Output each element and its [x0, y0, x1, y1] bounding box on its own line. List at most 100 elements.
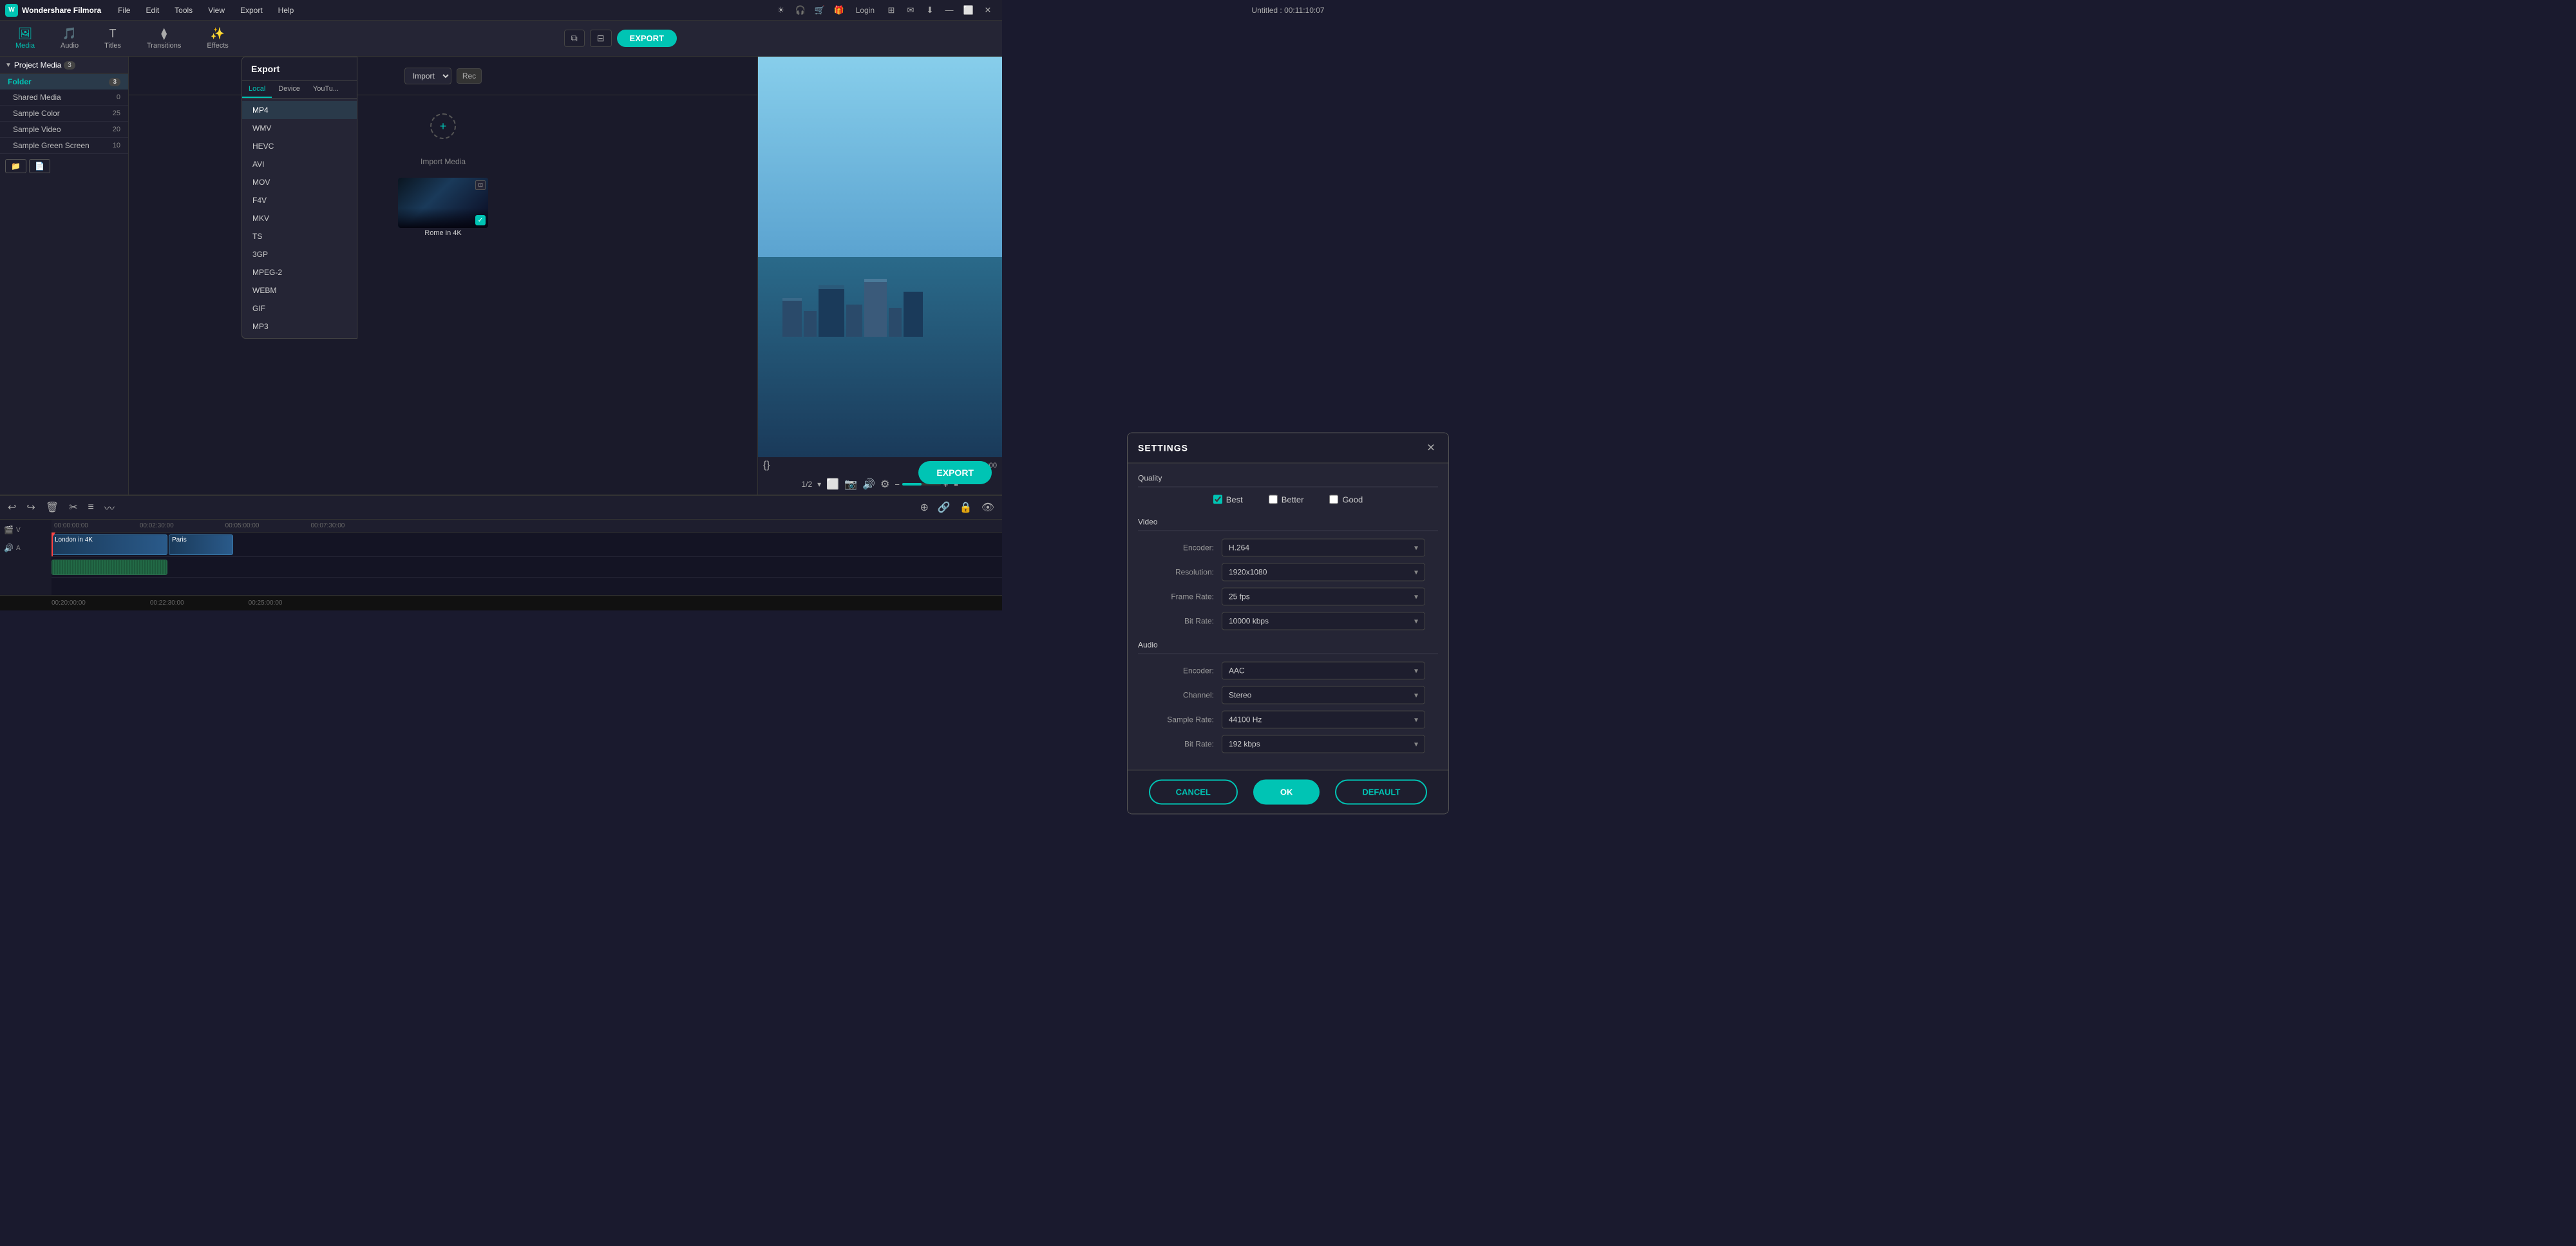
file-btn[interactable]: 📄	[29, 159, 50, 173]
encoder-select[interactable]: H.264	[1222, 538, 1425, 556]
record-button[interactable]: Rec	[457, 68, 482, 84]
video-clip-paris[interactable]: Paris	[169, 534, 233, 555]
project-media-row[interactable]: ▼ Project Media 3	[5, 61, 75, 70]
settings-close-button[interactable]: ✕	[1424, 440, 1438, 455]
toolbar-effects[interactable]: ✨ Effects	[202, 24, 233, 52]
resolution-select[interactable]: 1920x1080	[1222, 563, 1425, 581]
login-button[interactable]: Login	[849, 5, 881, 16]
chevron-down-preview[interactable]: ▾	[817, 480, 821, 489]
menu-view[interactable]: View	[202, 3, 231, 17]
quality-better-label: Better	[1282, 495, 1304, 504]
format-ts[interactable]: TS	[242, 227, 357, 245]
sidebar-item-sample-green-screen[interactable]: Sample Green Screen 10	[0, 138, 128, 154]
menu-tools[interactable]: Tools	[168, 3, 199, 17]
format-mp4[interactable]: MP4	[242, 101, 357, 119]
export-main-button[interactable]: EXPORT	[918, 461, 992, 484]
channel-select[interactable]: Stereo	[1222, 686, 1425, 704]
cut-btn[interactable]: ✂	[66, 500, 80, 515]
eye-btn[interactable]: 👁	[979, 500, 997, 515]
format-webm[interactable]: WEBM	[242, 281, 357, 299]
undo-btn[interactable]: ↩	[5, 500, 19, 515]
minimize-button[interactable]: —	[940, 3, 958, 18]
audio-bit-rate-select[interactable]: 192 kbps	[1222, 735, 1425, 753]
audio-clip[interactable]	[52, 560, 167, 575]
default-button[interactable]: DEFAULT	[1335, 779, 1427, 804]
add-track-btn[interactable]: ⊕	[917, 500, 931, 515]
redo-btn[interactable]: ↪	[24, 500, 37, 515]
format-wmv[interactable]: WMV	[242, 119, 357, 137]
audio-section-title: Audio	[1138, 640, 1438, 654]
quality-best-checkbox[interactable]	[1213, 495, 1222, 504]
toolbar-transitions[interactable]: ⧫ Transitions	[142, 24, 186, 52]
delete-btn[interactable]: 🗑	[43, 500, 61, 515]
toolbar-titles[interactable]: T Titles	[99, 24, 126, 52]
menu-file[interactable]: File	[111, 3, 137, 17]
format-mpeg2[interactable]: MPEG-2	[242, 263, 357, 281]
ok-button[interactable]: OK	[1253, 779, 1320, 804]
menu-help[interactable]: Help	[272, 3, 301, 17]
menu-edit[interactable]: Edit	[139, 3, 166, 17]
toolbar-media-label: Media	[15, 42, 35, 50]
sidebar-item-shared-media[interactable]: Shared Media 0	[0, 90, 128, 106]
format-mp3[interactable]: MP3	[242, 317, 357, 335]
quality-better-checkbox[interactable]	[1269, 495, 1278, 504]
format-avi[interactable]: AVI	[242, 155, 357, 173]
format-f4v[interactable]: F4V	[242, 191, 357, 209]
fullscreen-icon[interactable]: ⬜	[826, 478, 839, 491]
audio-bit-rate-label: Bit Rate:	[1151, 739, 1222, 748]
format-3gp[interactable]: 3GP	[242, 245, 357, 263]
export-tab-youtube[interactable]: YouTu...	[307, 81, 345, 98]
link-btn[interactable]: 🔗	[935, 500, 953, 515]
sun-icon[interactable]: ☀	[772, 3, 790, 18]
sidebar-item-sample-color[interactable]: Sample Color 25	[0, 106, 128, 122]
waveform-btn[interactable]: 〰	[102, 498, 117, 516]
export-tab-local[interactable]: Local	[242, 81, 272, 98]
folder-btn[interactable]: 📁	[5, 159, 26, 173]
download-icon[interactable]: ⬇	[921, 3, 939, 18]
volume-icon[interactable]: 🔊	[862, 478, 875, 491]
sample-rate-select[interactable]: 44100 Hz	[1222, 710, 1425, 728]
cancel-button[interactable]: CANCEL	[1149, 779, 1238, 804]
gift-icon[interactable]: 🎁	[830, 3, 848, 18]
title-bar: W Wondershare Filmora File Edit Tools Vi…	[0, 0, 1002, 21]
import-dropdown[interactable]: Import	[404, 68, 451, 84]
toolbar-transitions-label: Transitions	[147, 42, 181, 50]
folder-row[interactable]: Folder 3	[0, 74, 128, 90]
format-gif[interactable]: GIF	[242, 299, 357, 317]
format-hevc[interactable]: HEVC	[242, 137, 357, 155]
center-panel: Import Rec + Import Media ✓ ⊡ Rome in	[129, 57, 757, 495]
zoom-out-icon[interactable]: −	[895, 480, 900, 489]
export-tab-device[interactable]: Device	[272, 81, 307, 98]
audio-encoder-select[interactable]: AAC	[1222, 661, 1425, 679]
bottom-ruler-2: 00:25:00:00	[249, 599, 283, 607]
audio-btn[interactable]: ≡	[86, 500, 97, 514]
mail-icon[interactable]: ✉	[902, 3, 920, 18]
sidebar-item-sample-video[interactable]: Sample Video 20	[0, 122, 128, 138]
maximize-button[interactable]: ⬜	[960, 3, 978, 18]
format-mov[interactable]: MOV	[242, 173, 357, 191]
quality-best[interactable]: Best	[1213, 495, 1243, 504]
toolbar-media[interactable]: 🖼 Media	[10, 24, 40, 52]
quality-better[interactable]: Better	[1269, 495, 1304, 504]
video-clip-london[interactable]: London in 4K	[52, 534, 167, 555]
menu-export[interactable]: Export	[234, 3, 269, 17]
headphone-icon[interactable]: 🎧	[791, 3, 810, 18]
lock-btn[interactable]: 🔒	[957, 500, 975, 515]
screenshot-icon[interactable]: 📷	[844, 478, 857, 491]
right-brace-icon[interactable]: }	[766, 460, 770, 471]
export-toolbar-button[interactable]: EXPORT	[617, 30, 677, 47]
media-thumbnail[interactable]: ✓ ⊡ Rome in 4K	[398, 178, 488, 238]
settings-modal-header: SETTINGS ✕	[1128, 433, 1448, 463]
cart-icon[interactable]: 🛒	[811, 3, 829, 18]
close-button[interactable]: ✕	[979, 3, 997, 18]
video-bit-rate-select[interactable]: 10000 kbps	[1222, 612, 1425, 630]
quality-good-checkbox[interactable]	[1329, 495, 1338, 504]
import-plus-btn[interactable]: +	[430, 113, 456, 139]
ruler-mark-3: 00:07:30:00	[310, 522, 345, 529]
restore-icon[interactable]: ⊞	[882, 3, 900, 18]
settings-icon[interactable]: ⚙	[880, 478, 889, 491]
quality-good[interactable]: Good	[1329, 495, 1363, 504]
toolbar-audio[interactable]: 🎵 Audio	[55, 24, 84, 52]
format-mkv[interactable]: MKV	[242, 209, 357, 227]
frame-rate-select[interactable]: 25 fps	[1222, 587, 1425, 605]
